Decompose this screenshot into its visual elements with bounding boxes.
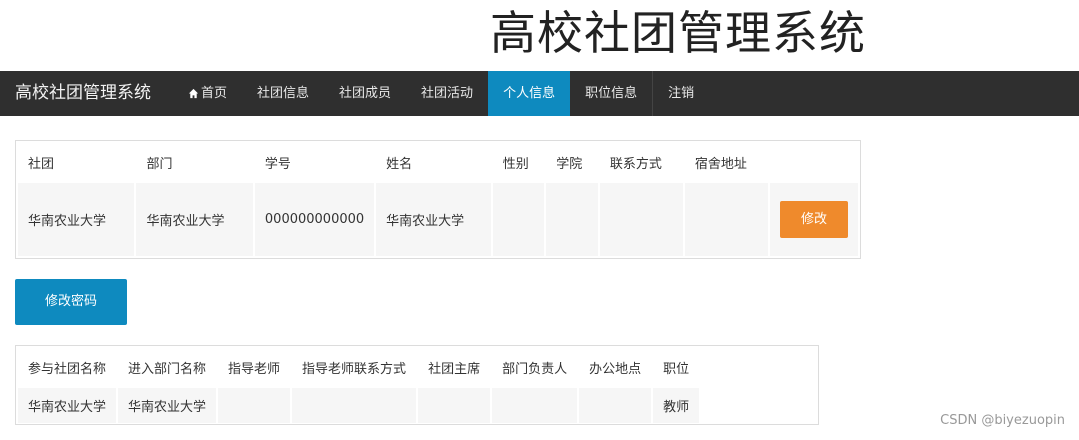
nav-logout[interactable]: 注销 — [653, 71, 709, 116]
profile-table: 社团 部门 学号 姓名 性别 学院 联系方式 宿舍地址 华南农业大学 华南农业大… — [16, 141, 860, 258]
col-president: 社团主席 — [428, 361, 481, 377]
table-row: 华南农业大学 华南农业大学 教师 — [18, 388, 700, 423]
cell-contact — [599, 183, 683, 256]
cell-department: 华南农业大学 — [136, 183, 253, 256]
cell-action: 修改 — [769, 183, 858, 256]
navbar: 高校社团管理系统 首页 社团信息 社团成员 社团活动 个人信息 职位信息 注销 — [0, 71, 1079, 116]
col-club-name: 参与社团名称 — [28, 361, 107, 377]
membership-panel: 参与社团名称 进入部门名称 指导老师 指导老师联系方式 社团主席 部门负责人 办… — [15, 345, 819, 425]
nav-personal-info[interactable]: 个人信息 — [488, 71, 571, 116]
profile-panel: 社团 部门 学号 姓名 性别 学院 联系方式 宿舍地址 华南农业大学 华南农业大… — [15, 140, 861, 259]
col-college: 学院 — [556, 156, 583, 172]
cell-president — [418, 388, 491, 423]
cell-advisor-contact — [292, 388, 417, 423]
col-gender: 性别 — [502, 156, 529, 172]
nav-home[interactable]: 首页 — [173, 71, 242, 116]
cell-department-name: 华南农业大学 — [118, 388, 217, 423]
nav-club-members[interactable]: 社团成员 — [324, 71, 406, 116]
col-dept-head: 部门负责人 — [502, 361, 568, 377]
cell-student-id: 000000000000 — [254, 183, 375, 256]
cell-office — [579, 388, 652, 423]
cell-club-name: 华南农业大学 — [18, 388, 117, 423]
navbar-brand[interactable]: 高校社团管理系统 — [0, 71, 173, 116]
table-header-row: 社团 部门 学号 姓名 性别 学院 联系方式 宿舍地址 — [18, 143, 858, 181]
nav-home-label: 首页 — [201, 86, 228, 101]
cell-gender — [492, 183, 545, 256]
cell-dorm — [684, 183, 768, 256]
membership-table: 参与社团名称 进入部门名称 指导老师 指导老师联系方式 社团主席 部门负责人 办… — [16, 346, 701, 425]
col-department: 部门 — [146, 156, 173, 172]
col-position: 职位 — [663, 361, 690, 377]
nav-club-activities[interactable]: 社团活动 — [406, 71, 488, 116]
col-name: 姓名 — [386, 156, 413, 172]
home-icon — [188, 88, 199, 99]
col-action — [770, 143, 858, 181]
cell-advisor — [218, 388, 291, 423]
col-department-name: 进入部门名称 — [128, 361, 207, 377]
col-advisor-contact: 指导老师联系方式 — [302, 361, 407, 377]
table-row: 华南农业大学 华南农业大学 000000000000 华南农业大学 修改 — [18, 183, 858, 256]
col-office: 办公地点 — [589, 361, 642, 377]
col-student-id: 学号 — [264, 156, 291, 172]
cell-college — [546, 183, 598, 256]
nav-position-info[interactable]: 职位信息 — [570, 71, 652, 116]
col-dorm: 宿舍地址 — [694, 156, 747, 172]
watermark: CSDN @biyezuopin — [940, 413, 1065, 428]
cell-position: 教师 — [653, 388, 700, 423]
col-advisor: 指导老师 — [228, 361, 281, 377]
cell-dept-head — [492, 388, 578, 423]
col-contact: 联系方式 — [609, 156, 662, 172]
cell-name: 华南农业大学 — [376, 183, 491, 256]
cell-club: 华南农业大学 — [18, 183, 135, 256]
table-header-row: 参与社团名称 进入部门名称 指导老师 指导老师联系方式 社团主席 部门负责人 办… — [18, 348, 699, 386]
edit-button[interactable]: 修改 — [779, 201, 848, 238]
col-club: 社团 — [28, 156, 55, 172]
change-password-button[interactable]: 修改密码 — [15, 279, 127, 325]
page-title: 高校社团管理系统 — [490, 6, 866, 60]
nav-club-info[interactable]: 社团信息 — [242, 71, 324, 116]
